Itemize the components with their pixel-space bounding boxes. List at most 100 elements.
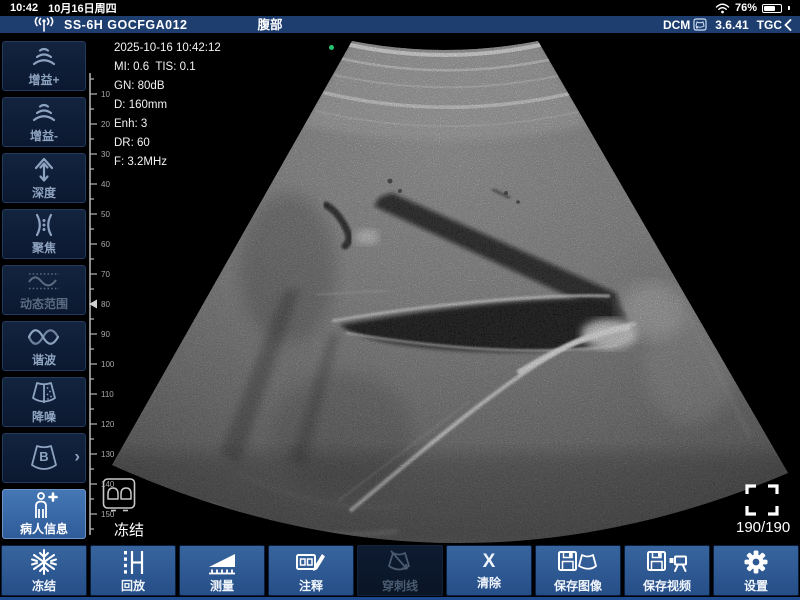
battery-nub: [788, 6, 790, 10]
battery-percent: 76%: [735, 2, 757, 14]
depth-ruler-label: 30: [101, 150, 110, 159]
annotate-icon: [293, 548, 329, 576]
sidebar-item-harmonics[interactable]: 谐波: [2, 321, 86, 371]
frequency-text: F: 3.2MHz: [114, 153, 221, 172]
sidebar-item-dynamic-range[interactable]: 动态范围: [2, 265, 86, 315]
playback-icon: [116, 548, 150, 576]
toolbar-playback-button[interactable]: 回放: [90, 545, 176, 596]
date: 10月16日周四: [48, 0, 116, 16]
measure-icon: [205, 548, 239, 576]
preset-tab-abdomen[interactable]: 腹部: [244, 14, 297, 35]
toolbar-save-image-button[interactable]: 保存图像: [535, 545, 621, 596]
sidebar-item-label: 降噪: [32, 408, 56, 425]
toolbar-item-label: 穿刺线: [382, 577, 418, 594]
save-video-icon: [645, 548, 689, 576]
sidebar-item-denoise[interactable]: 降噪: [2, 377, 86, 427]
sidebar-item-label: 深度: [32, 184, 56, 201]
gain-plus-icon: [27, 44, 61, 70]
depth-ruler-svg: [88, 33, 114, 546]
antenna-icon: [32, 17, 56, 32]
probe-orientation-marker: [329, 45, 334, 50]
puncture-line-icon: [383, 548, 417, 576]
sidebar-item-b-mode[interactable]: B ›: [2, 433, 86, 483]
depth-text: D: 160mm: [114, 96, 221, 115]
sidebar-item-gain-plus[interactable]: 增益+: [2, 41, 86, 91]
sidebar-item-label: 动态范围: [20, 295, 68, 312]
sidebar-item-gain-minus[interactable]: 增益-: [2, 97, 86, 147]
depth-ruler-label: 70: [101, 270, 110, 279]
bottom-toolbar: 冻结 回放 测量: [0, 542, 800, 597]
depth-ruler-label: 130: [101, 450, 114, 459]
sidebar-item-label: 增益-: [30, 127, 58, 144]
depth-ruler-label: 100: [101, 360, 114, 369]
freeze-status-text: 冻结: [114, 519, 144, 540]
gain-minus-icon: [27, 100, 61, 126]
sidebar-item-label: 病人信息: [20, 520, 68, 537]
depth-ruler-label: 80: [101, 300, 110, 309]
device-name: SS-6H GOCFGA012: [64, 18, 188, 32]
depth-ruler-label: 10: [101, 90, 110, 99]
fullscreen-icon[interactable]: [744, 483, 780, 517]
datetime-text: 2025-10-16 10:42:12: [114, 39, 221, 58]
toolbar-measure-button[interactable]: 测量: [179, 545, 265, 596]
harmonics-icon: [25, 324, 63, 350]
tgc-button[interactable]: TGC: [757, 18, 792, 32]
depth-ruler-label: 120: [101, 420, 114, 429]
toolbar-puncture-line-button[interactable]: 穿刺线: [357, 545, 443, 596]
toolbar-item-label: 冻结: [32, 577, 56, 594]
sidebar-item-label: 增益+: [28, 71, 59, 88]
settings-icon: [740, 548, 772, 576]
patient-info-icon: [27, 491, 61, 519]
depth-ruler-label: 110: [101, 390, 114, 399]
frame-counter: 190/190: [736, 519, 790, 536]
version-label: 3.6.41: [715, 18, 748, 32]
probe-icon: [693, 18, 707, 31]
depth-ruler-label: 50: [101, 210, 110, 219]
left-control-sidebar: 增益+ 增益- 深度: [0, 33, 88, 542]
toolbar-item-label: 保存视频: [643, 577, 691, 594]
sidebar-item-patient-info[interactable]: 病人信息: [2, 489, 86, 539]
toolbar-item-label: 清除: [477, 574, 501, 591]
dcm-label: DCM: [663, 18, 690, 32]
toolbar-item-label: 回放: [121, 577, 145, 594]
save-image-icon: [556, 548, 600, 576]
sidebar-item-focus[interactable]: 聚焦: [2, 209, 86, 259]
toolbar-item-label: 测量: [210, 577, 234, 594]
ultrasound-app: 10:42 10月16日周四 76% SS-6H GOCFGA012 腹部: [0, 0, 800, 600]
toolbar-settings-button[interactable]: 设置: [713, 545, 799, 596]
dcm-indicator[interactable]: DCM: [663, 18, 707, 32]
chevron-right-icon: ›: [74, 446, 80, 466]
toolbar-freeze-button[interactable]: 冻结: [1, 545, 87, 596]
ultrasound-display[interactable]: 102030405060708090100110120130140150 202…: [88, 33, 800, 542]
chevron-left-icon: [784, 19, 792, 31]
clear-icon: X: [483, 551, 496, 573]
acquisition-info: 2025-10-16 10:42:12 MI: 0.6 TIS: 0.1 GN:…: [114, 39, 221, 172]
dynamic-range-icon: [25, 268, 63, 294]
depth-ruler-label: 40: [101, 180, 110, 189]
tgc-label: TGC: [757, 18, 782, 32]
gallery-thumbnail-icon[interactable]: [102, 477, 138, 517]
toolbar-item-label: 注释: [299, 577, 323, 594]
sidebar-item-label: 聚焦: [32, 239, 56, 256]
mi-tis-text: MI: 0.6 TIS: 0.1: [114, 58, 221, 77]
status-bar: 10:42 10月16日周四 76%: [0, 0, 800, 16]
depth-ruler-label: 60: [101, 240, 110, 249]
header-bar: SS-6H GOCFGA012 腹部 DCM 3.6.41 TGC: [0, 16, 800, 33]
battery-icon: [762, 4, 782, 13]
sidebar-item-depth[interactable]: 深度: [2, 153, 86, 203]
denoise-icon: [26, 379, 62, 407]
gain-text: GN: 80dB: [114, 77, 221, 96]
dynamic-range-text: DR: 60: [114, 134, 221, 153]
focus-icon: [27, 212, 61, 238]
toolbar-save-video-button[interactable]: 保存视频: [624, 545, 710, 596]
wifi-icon: [715, 3, 730, 14]
b-mode-icon: B: [24, 442, 64, 474]
toolbar-clear-button[interactable]: X 清除: [446, 545, 532, 596]
toolbar-item-label: 设置: [744, 577, 768, 594]
toolbar-item-label: 保存图像: [554, 577, 602, 594]
sidebar-item-label: 谐波: [32, 351, 56, 368]
depth-ruler-label: 90: [101, 330, 110, 339]
toolbar-annotate-button[interactable]: 注释: [268, 545, 354, 596]
svg-text:B: B: [39, 449, 48, 464]
depth-icon: [27, 155, 61, 183]
